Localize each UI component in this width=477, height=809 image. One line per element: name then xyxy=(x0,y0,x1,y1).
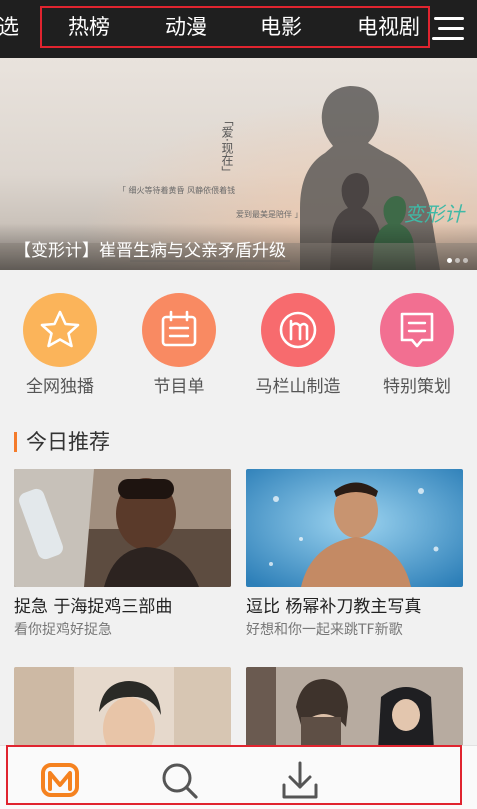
video-title: 捉急 于海捉鸡三部曲 xyxy=(14,597,173,617)
carousel-dot xyxy=(455,258,460,263)
mango-m-icon xyxy=(261,293,335,367)
tab-featured[interactable]: 选 xyxy=(0,12,19,42)
quick-link-label: 节目单 xyxy=(153,377,205,397)
tab-anime[interactable]: 动漫 xyxy=(165,12,207,42)
quick-link-exclusive[interactable]: 全网独播 xyxy=(5,293,115,399)
star-icon xyxy=(23,293,97,367)
download-icon[interactable] xyxy=(279,759,321,801)
quick-links: 全网独播 节目单 马栏山制造 特别策划 xyxy=(0,270,477,400)
carousel-dot xyxy=(463,258,468,263)
search-icon[interactable] xyxy=(158,759,200,801)
calendar-list-icon xyxy=(142,293,216,367)
tab-movies[interactable]: 电影 xyxy=(260,12,302,42)
quick-link-label: 全网独播 xyxy=(26,377,94,397)
video-thumbnail xyxy=(246,469,463,587)
tab-hot-list[interactable]: 热榜 xyxy=(68,12,110,42)
carousel-indicator xyxy=(444,248,468,267)
video-card[interactable]: 逗比 杨幂补刀教主写真 好想和你一起来跳TF新歌 xyxy=(246,469,463,640)
quick-link-label: 特别策划 xyxy=(383,377,451,397)
carousel-dot-active xyxy=(447,258,452,263)
section-accent-bar xyxy=(14,432,17,452)
quick-link-label: 马栏山制造 xyxy=(255,377,341,397)
video-subtitle: 看你捉鸡好捉急 xyxy=(14,622,112,638)
quick-link-mangoshan[interactable]: 马栏山制造 xyxy=(243,293,353,399)
hamburger-menu-icon[interactable] xyxy=(432,14,468,44)
video-subtitle: 好想和你一起来跳TF新歌 xyxy=(246,622,403,638)
tab-tv-series[interactable]: 电视剧 xyxy=(357,12,427,42)
quick-link-schedule[interactable]: 节目单 xyxy=(124,293,234,399)
video-thumbnail xyxy=(14,469,231,587)
video-title: 逗比 杨幂补刀教主写真 xyxy=(246,597,422,617)
banner-poem-line-1: 「 细火等待着黄昏 风静依偎着钱 xyxy=(118,186,236,195)
top-nav-bar: 选 热榜 动漫 电影 电视剧 xyxy=(0,0,477,58)
video-card[interactable]: 捉急 于海捉鸡三部曲 看你捉鸡好捉急 xyxy=(14,469,231,640)
banner-caption: 【变形计】崔晋生病与父亲矛盾升级 xyxy=(14,241,286,261)
banner-vertical-text: 「爱·现在」 xyxy=(220,114,234,178)
banner-poem-line-2: 爱到最美是陪伴 」 xyxy=(236,210,303,219)
bottom-nav-bar xyxy=(0,745,477,809)
mango-tv-logo-icon[interactable] xyxy=(39,759,81,801)
hero-banner[interactable]: 「爱·现在」 「 细火等待着黄昏 风静依偎着钱 爱到最美是陪伴 」 变形计 【变… xyxy=(0,58,477,270)
section-title: 今日推荐 xyxy=(26,430,110,454)
message-board-icon xyxy=(380,293,454,367)
quick-link-special[interactable]: 特别策划 xyxy=(362,293,472,399)
